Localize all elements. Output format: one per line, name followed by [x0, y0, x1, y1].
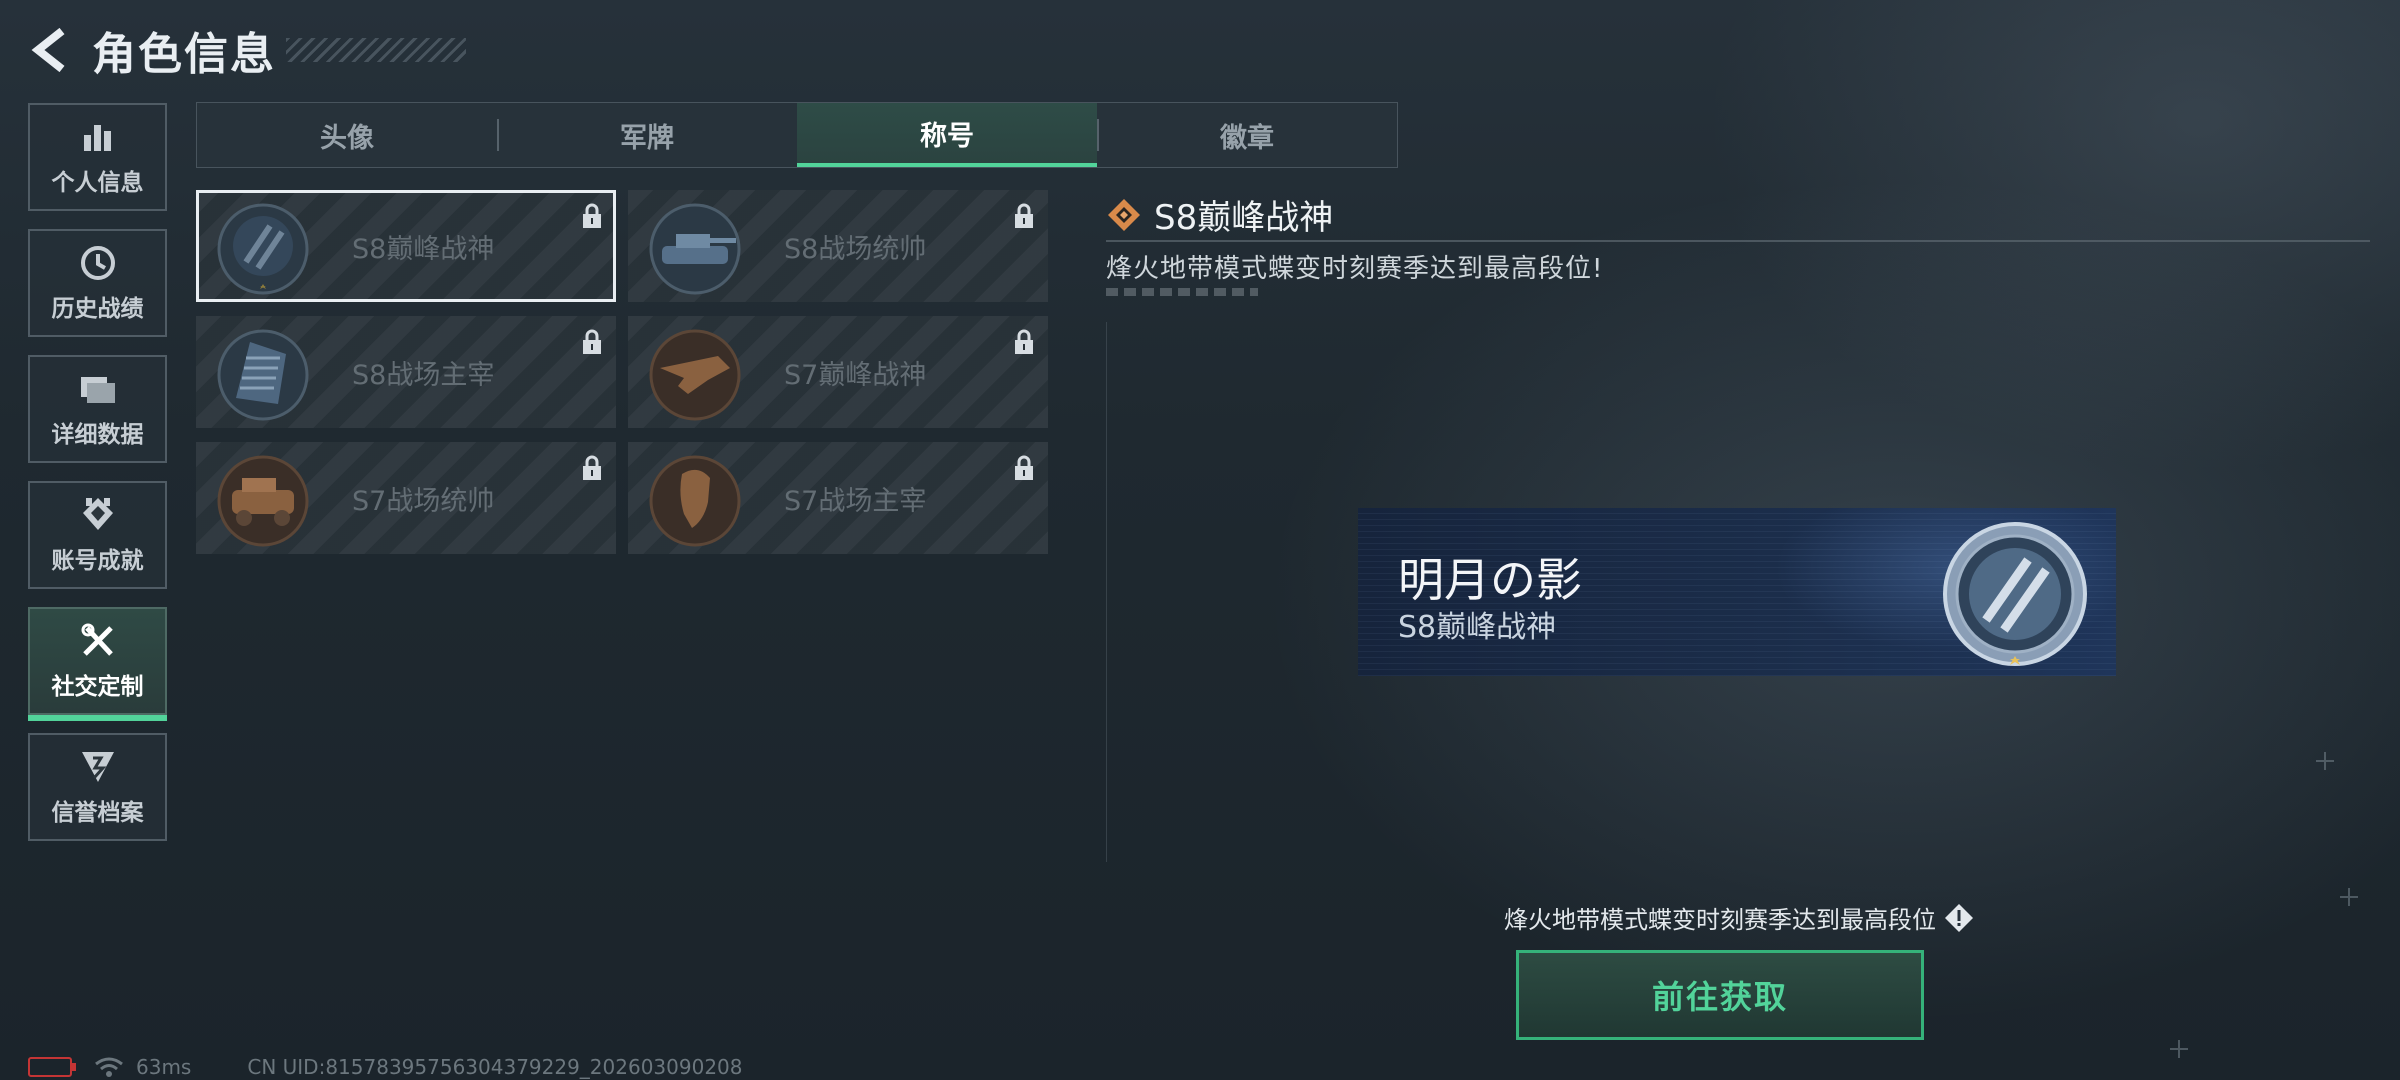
go-obtain-button[interactable]: 前往获取 — [1516, 950, 1924, 1040]
tools-icon — [78, 621, 118, 661]
ping-value: 63ms — [136, 1055, 192, 1079]
info-alert-icon[interactable] — [1944, 903, 1974, 933]
bronze-soldier-emblem-icon — [649, 455, 741, 547]
battery-low-icon — [28, 1057, 76, 1077]
side-nav: 个人信息 历史战绩 详细数据 账号成就 社交定制 信誉档案 — [28, 103, 167, 859]
title-card-s8-commander[interactable]: S8战场统帅 — [628, 190, 1048, 302]
nav-item-personal-info[interactable]: 个人信息 — [28, 103, 167, 211]
nav-label: 历史战绩 — [51, 296, 144, 322]
requirement-label: 烽火地带模式蝶变时刻赛季达到最高段位 — [1504, 906, 1936, 934]
user-uid: CN UID:815783957563043792​29_20260309020… — [247, 1055, 743, 1079]
tab-bar: 头像 军牌 称号 徽章 — [196, 102, 1398, 168]
nav-item-social-custom[interactable]: 社交定制 — [28, 607, 167, 721]
title-decoration — [286, 38, 466, 62]
detail-divider — [1106, 240, 2370, 242]
crosshair-decoration — [2340, 888, 2358, 906]
nav-item-credit-archive[interactable]: 信誉档案 — [28, 733, 167, 841]
title-card-s8-peak[interactable]: S8巅峰战神 — [196, 190, 616, 302]
title-card-s7-commander[interactable]: S7战场统帅 — [196, 442, 616, 554]
lock-icon — [1015, 203, 1033, 228]
title-name: S7巅峰战神 — [784, 359, 927, 391]
nav-item-achievements[interactable]: 账号成就 — [28, 481, 167, 589]
tab-military-tag[interactable]: 军牌 — [497, 103, 797, 167]
title-card-s8-dominator[interactable]: S8战场主宰 — [196, 316, 616, 428]
requirement-text: 烽火地带模式蝶变时刻赛季达到最高段位 — [1504, 900, 1974, 935]
history-clock-icon — [78, 243, 118, 283]
go-obtain-label: 前往获取 — [1651, 978, 1788, 1016]
nav-label: 个人信息 — [51, 170, 144, 196]
title-name: S8巅峰战神 — [352, 233, 495, 265]
bar-chart-icon — [78, 117, 118, 157]
blue-building-emblem-icon — [217, 329, 309, 421]
detail-header: S8巅峰战神 — [1106, 190, 1333, 239]
preview-title: S8巅峰战神 — [1398, 610, 1557, 645]
title-preview-banner: 明月の影 S8巅峰战神 — [1358, 508, 2116, 676]
nav-label: 社交定制 — [51, 674, 144, 700]
title-card-s7-dominator[interactable]: S7战场主宰 — [628, 442, 1048, 554]
back-arrow-icon — [31, 27, 65, 73]
nav-label: 信誉档案 — [51, 800, 144, 826]
blue-slash-emblem-icon — [1943, 522, 2087, 666]
nav-item-detailed-data[interactable]: 详细数据 — [28, 355, 167, 463]
bronze-rifle-emblem-icon — [649, 329, 741, 421]
title-name: S8战场主宰 — [352, 359, 495, 391]
nav-label: 账号成就 — [51, 548, 144, 574]
title-card-s7-peak[interactable]: S7巅峰战神 — [628, 316, 1048, 428]
title-name: S7战场主宰 — [784, 485, 927, 517]
credit-shield-icon — [78, 747, 118, 787]
title-name: S7战场统帅 — [352, 485, 495, 517]
wifi-icon — [95, 1057, 123, 1077]
tab-avatar[interactable]: 头像 — [197, 103, 497, 167]
back-button[interactable] — [28, 25, 72, 75]
tab-title[interactable]: 称号 — [797, 103, 1097, 167]
lock-icon — [583, 455, 601, 480]
nav-label: 详细数据 — [51, 422, 144, 448]
nav-item-history[interactable]: 历史战绩 — [28, 229, 167, 337]
lock-icon — [583, 329, 601, 354]
detail-subtext-decoration — [1106, 288, 1258, 296]
title-grid: S8巅峰战神 S8战场统帅 S8战场主宰 S7巅峰战神 S7战场统帅 S7战场主… — [196, 190, 1048, 554]
lock-icon — [583, 203, 601, 228]
title-name: S8战场统帅 — [784, 233, 927, 265]
detail-description: 烽火地带模式蝶变时刻赛季达到最高段位! — [1106, 254, 1604, 284]
detail-title: S8巅峰战神 — [1154, 198, 1334, 238]
folder-data-icon — [78, 369, 118, 409]
blue-slash-emblem-icon — [217, 203, 309, 295]
bronze-vehicle-emblem-icon — [217, 455, 309, 547]
diamond-title-icon — [1108, 198, 1140, 231]
blue-tank-emblem-icon — [649, 203, 741, 295]
header: 角色信息 — [28, 20, 466, 80]
status-bar: 63ms CN UID:815783957563043792​29_202603… — [28, 1054, 743, 1080]
crosshair-decoration — [2316, 752, 2334, 770]
preview-player-name: 明月の影 — [1398, 553, 1582, 607]
crosshair-decoration — [2170, 1040, 2188, 1058]
lock-icon — [1015, 455, 1033, 480]
lock-icon — [1015, 329, 1033, 354]
page-title: 角色信息 — [92, 29, 276, 80]
achievement-emblem-icon — [78, 495, 118, 535]
tab-badge[interactable]: 徽章 — [1097, 103, 1397, 167]
